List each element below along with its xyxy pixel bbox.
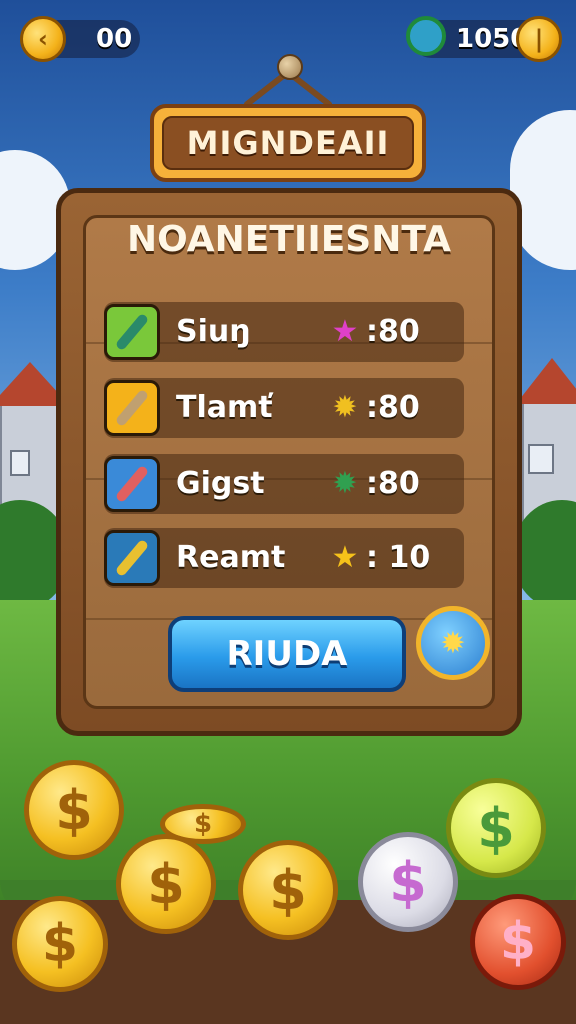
house-left-window: [10, 450, 30, 476]
coin-icon: $: [116, 834, 216, 934]
coin-slot-icon: |: [534, 25, 544, 53]
brush-icon: [104, 530, 160, 586]
nail-icon: [277, 54, 303, 80]
screwdriver-icon: [104, 380, 160, 436]
item-value: :80: [366, 466, 420, 501]
coin-icon: |: [516, 16, 562, 62]
coin-icon: $: [24, 760, 124, 860]
left-currency-value: 00: [96, 24, 133, 54]
list-item[interactable]: Siuŋ ★ :80: [104, 302, 464, 362]
coin-icon: $: [238, 840, 338, 940]
house-right-window: [528, 444, 554, 474]
star-icon: ★: [331, 313, 359, 349]
item-value: :80: [366, 390, 420, 425]
play-button[interactable]: RIUDA: [168, 616, 406, 692]
list-item[interactable]: Tlamť ✹ :80: [104, 378, 464, 438]
list-item[interactable]: Gigst ✹ :80: [104, 454, 464, 514]
star-icon: ★: [331, 539, 359, 575]
sign-title: MIGNDEAII: [162, 116, 414, 170]
chevron-left-icon: ‹: [38, 25, 48, 53]
coin-icon: $: [470, 894, 566, 990]
house-right-roof: [516, 358, 576, 404]
board-title: NOANETIIESNTA: [127, 219, 451, 260]
clock-icon: [406, 16, 446, 56]
gear-icon: ✹: [332, 465, 358, 501]
item-label: Reamt: [176, 540, 286, 575]
item-value: :80: [366, 314, 420, 349]
item-value: : 10: [366, 540, 431, 575]
list-item[interactable]: Reamt ★ : 10: [104, 528, 464, 588]
back-button[interactable]: ‹: [20, 16, 66, 62]
gear-badge-icon: ✹: [440, 625, 466, 661]
coin-icon: $: [446, 778, 546, 878]
pencil-icon: [104, 456, 160, 512]
item-label: Gigst: [176, 466, 265, 501]
bonus-button[interactable]: ✹: [416, 606, 490, 680]
item-label: Siuŋ: [176, 314, 251, 349]
coin-icon: $: [358, 832, 458, 932]
item-label: Tlamť: [176, 390, 273, 425]
wrench-icon: [104, 304, 160, 360]
title-plate: MIGNDEAII: [150, 104, 426, 182]
coin-icon: $: [12, 896, 108, 992]
gear-icon: ✹: [332, 389, 358, 425]
